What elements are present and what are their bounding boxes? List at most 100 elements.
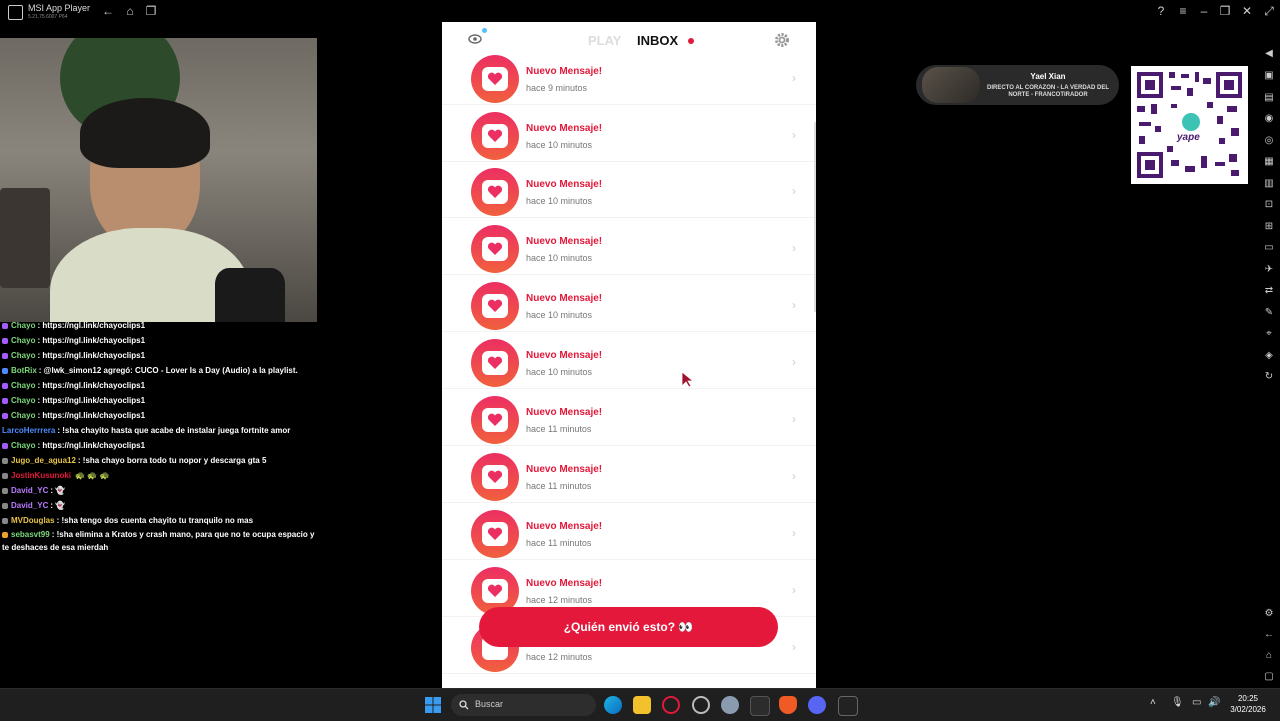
edge-icon[interactable] bbox=[604, 696, 622, 714]
chat-message: JostinKusunoki 🐢 🐢 🐢 bbox=[2, 468, 317, 483]
location-icon[interactable]: ⌖ bbox=[1263, 328, 1275, 340]
android-back-icon[interactable]: ← bbox=[1263, 629, 1275, 641]
minimize-icon[interactable]: – bbox=[1196, 3, 1212, 19]
app-logo-icon bbox=[8, 5, 23, 20]
scrollbar[interactable] bbox=[814, 122, 816, 312]
edit-icon[interactable]: ✎ bbox=[1263, 307, 1275, 319]
macro-icon[interactable]: ◉ bbox=[1263, 113, 1275, 125]
layers-icon[interactable]: ◈ bbox=[1263, 350, 1275, 362]
settings-icon[interactable]: ⚙ bbox=[1263, 608, 1275, 620]
notification-dot bbox=[482, 28, 487, 33]
emote-icon: 👻 bbox=[55, 486, 66, 495]
message-title: Nuevo Mensaje! bbox=[526, 464, 603, 475]
file-explorer-icon[interactable] bbox=[633, 696, 651, 714]
menu-icon[interactable]: ≡ bbox=[1175, 3, 1191, 19]
message-time: hace 10 minutos bbox=[526, 140, 593, 150]
sync-icon[interactable]: ↻ bbox=[1263, 371, 1275, 383]
gamepad-icon[interactable]: ▦ bbox=[1263, 156, 1275, 168]
message-row[interactable]: Nuevo Mensaje! hace 10 minutos › bbox=[442, 104, 816, 162]
home-icon[interactable]: ⌂ bbox=[122, 3, 138, 19]
apk-install-icon[interactable]: ▣ bbox=[1263, 70, 1275, 82]
message-title: Nuevo Mensaje! bbox=[526, 66, 603, 77]
msi-app-player-icon[interactable] bbox=[750, 696, 770, 716]
message-row[interactable]: Nuevo Mensaje! hace 10 minutos › bbox=[442, 160, 816, 218]
album-thumbnail bbox=[922, 67, 980, 103]
media-manager-icon[interactable]: ▤ bbox=[1263, 92, 1275, 104]
opera-icon[interactable] bbox=[662, 696, 680, 714]
discord-icon[interactable] bbox=[808, 696, 826, 714]
emote-icon: 👻 bbox=[55, 501, 66, 510]
message-row[interactable]: Nuevo Mensaje! hace 10 minutos › bbox=[442, 331, 816, 389]
tab-inbox[interactable]: INBOX bbox=[637, 33, 678, 48]
heart-icon bbox=[471, 510, 519, 558]
screenshot-icon[interactable]: ⊡ bbox=[1263, 199, 1275, 211]
message-row[interactable]: Nuevo Mensaje! hace 9 minutos › bbox=[442, 47, 816, 105]
message-time: hace 9 minutos bbox=[526, 83, 588, 93]
heart-icon bbox=[471, 112, 519, 160]
close-icon[interactable]: ✕ bbox=[1239, 3, 1255, 19]
chevron-right-icon: › bbox=[792, 583, 796, 597]
heart-icon bbox=[471, 168, 519, 216]
volume-icon[interactable]: ◀ bbox=[1263, 48, 1275, 60]
message-title: Nuevo Mensaje! bbox=[526, 179, 603, 190]
message-row[interactable]: Nuevo Mensaje! hace 11 minutos › bbox=[442, 388, 816, 446]
eye-icon[interactable] bbox=[468, 32, 482, 46]
recorder-icon[interactable] bbox=[692, 696, 710, 714]
settings-gear-icon[interactable] bbox=[721, 696, 739, 714]
multi-instance-icon[interactable]: ❐ bbox=[143, 3, 159, 19]
message-row[interactable]: Nuevo Mensaje! hace 10 minutos › bbox=[442, 217, 816, 275]
chevron-right-icon: › bbox=[792, 71, 796, 85]
chevron-right-icon: › bbox=[792, 469, 796, 483]
message-time: hace 11 minutos bbox=[526, 481, 592, 491]
who-sent-this-button[interactable]: ¿Quién envió esto? 👀 bbox=[479, 607, 778, 647]
window-title: MSI App Player bbox=[28, 3, 91, 13]
network-icon[interactable]: ▭ bbox=[1192, 697, 1201, 708]
back-icon[interactable]: ← bbox=[100, 3, 116, 19]
message-title: Nuevo Mensaje! bbox=[526, 521, 603, 532]
brave-icon[interactable] bbox=[779, 696, 797, 714]
tab-play[interactable]: PLAY bbox=[588, 33, 621, 48]
chat-message: Chayo: https://ngl.link/chayoclips1 bbox=[2, 408, 317, 423]
record-icon[interactable]: ◎ bbox=[1263, 135, 1275, 147]
maximize-icon[interactable]: ❐ bbox=[1217, 3, 1233, 19]
chat-message: Jugo_de_agua12: !sha chayo borra todo tu… bbox=[2, 453, 317, 468]
android-recents-icon[interactable]: ▢ bbox=[1263, 671, 1275, 683]
chat-message: Chayo: https://ngl.link/chayoclips1 bbox=[2, 348, 317, 363]
taskbar-search[interactable]: Buscar bbox=[451, 694, 596, 716]
fullscreen-icon[interactable]: ⤢ bbox=[1261, 3, 1277, 19]
performance-icon[interactable]: ▥ bbox=[1263, 178, 1275, 190]
rotate-icon[interactable]: ⇄ bbox=[1263, 285, 1275, 297]
window-version: 5.21.75.6007 P64 bbox=[28, 14, 68, 20]
speaker-icon[interactable]: 🔊 bbox=[1208, 697, 1220, 708]
chevron-right-icon: › bbox=[792, 128, 796, 142]
airplane-icon[interactable]: ✈ bbox=[1263, 264, 1275, 276]
message-row[interactable]: Nuevo Mensaje! hace 11 minutos › bbox=[442, 502, 816, 560]
microphone-icon[interactable]: 🎙 bbox=[1171, 697, 1184, 708]
chat-message: Chayo: https://ngl.link/chayoclips1 bbox=[2, 438, 317, 453]
android-home-icon[interactable]: ⌂ bbox=[1263, 650, 1275, 662]
message-time: hace 10 minutos bbox=[526, 253, 593, 263]
screen-record-icon[interactable]: ⊞ bbox=[1263, 221, 1275, 233]
message-row[interactable]: Nuevo Mensaje! hace 11 minutos › bbox=[442, 445, 816, 503]
emulator-sidebar: ◀ ▣ ▤ ◉ ◎ ▦ ▥ ⊡ ⊞ ▭ ✈ ⇄ ✎ ⌖ ◈ ↻ ⚙ ← ⌂ ▢ bbox=[1258, 24, 1280, 688]
system-clock[interactable]: 20:25 3/02/2026 bbox=[1226, 693, 1270, 715]
tray-overflow-icon[interactable]: ˄ bbox=[1150, 697, 1156, 708]
title-bar: MSI App Player 5.21.75.6007 P64 ← ⌂ ❐ ? … bbox=[0, 0, 1280, 24]
chat-message: David_YC: 👻 bbox=[2, 483, 317, 498]
epic-games-icon[interactable] bbox=[838, 696, 858, 716]
chevron-right-icon: › bbox=[792, 526, 796, 540]
folder-icon[interactable]: ▭ bbox=[1263, 242, 1275, 254]
clock-time: 20:25 bbox=[1237, 694, 1259, 703]
yape-qr-code: yape bbox=[1131, 66, 1248, 184]
yape-logo-text: yape bbox=[1177, 132, 1200, 143]
chevron-right-icon: › bbox=[792, 298, 796, 312]
gear-icon[interactable] bbox=[774, 32, 790, 48]
help-icon[interactable]: ? bbox=[1153, 3, 1169, 19]
message-row[interactable]: Nuevo Mensaje! hace 10 minutos › bbox=[442, 274, 816, 332]
message-title: Nuevo Mensaje! bbox=[526, 578, 603, 589]
chat-message: David_YC: 👻 bbox=[2, 498, 317, 513]
message-title: Nuevo Mensaje! bbox=[526, 236, 603, 247]
chat-message: Chayo: https://ngl.link/chayoclips1 bbox=[2, 393, 317, 408]
windows-start-icon[interactable] bbox=[425, 697, 441, 713]
message-time: hace 11 minutos bbox=[526, 538, 592, 548]
